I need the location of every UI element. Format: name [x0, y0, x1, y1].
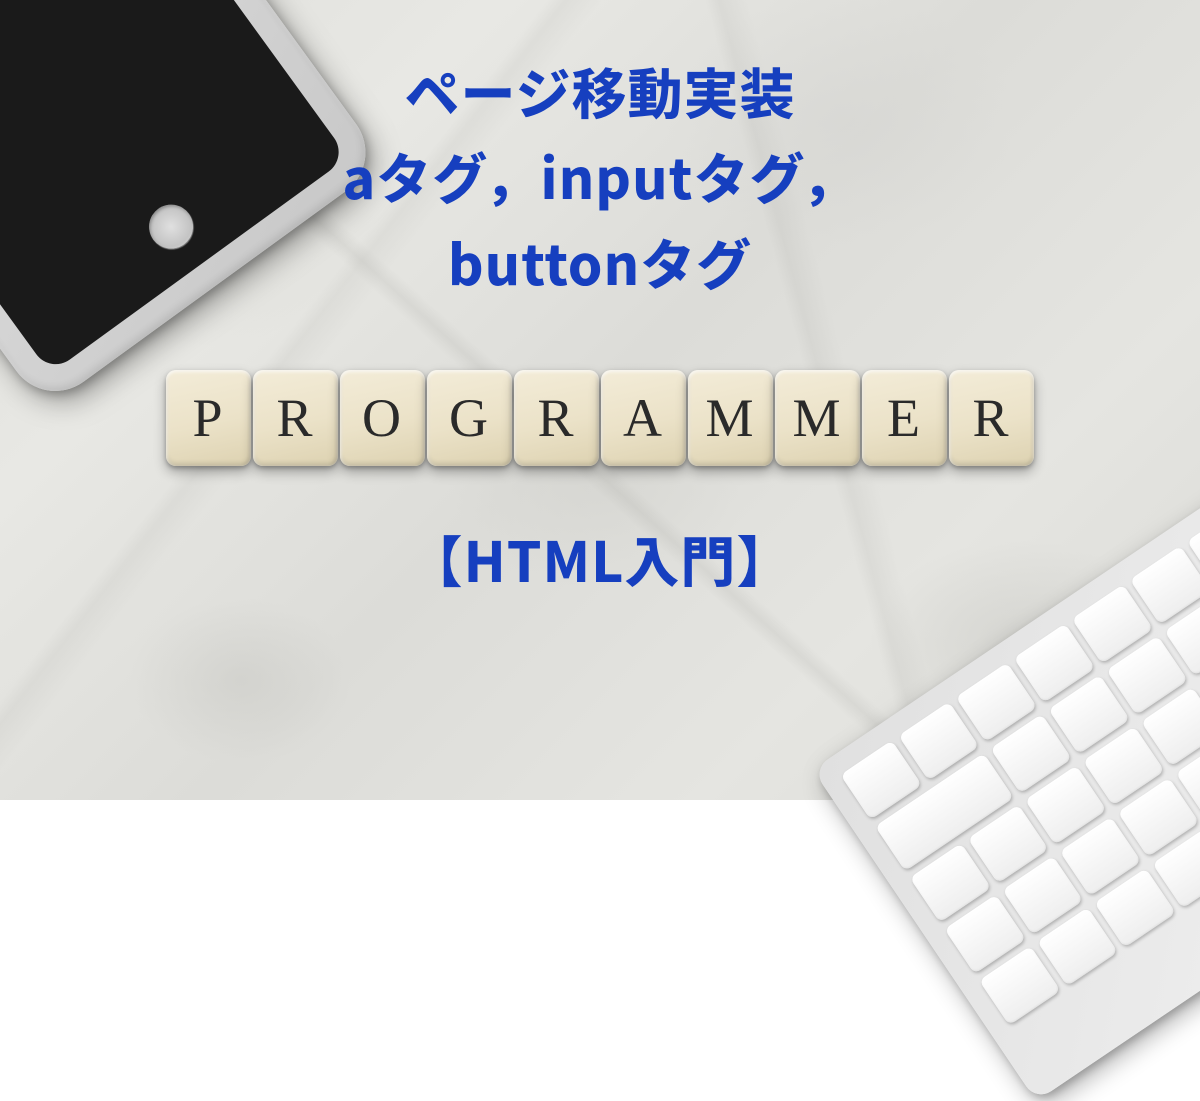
letter-tile: M — [688, 370, 773, 466]
scene-background: ページ移動実装 aタグ，inputタグ， buttonタグ P R O G R … — [0, 0, 1200, 800]
letter-tile: A — [601, 370, 686, 466]
subtitle-text: 【HTML入門】 — [0, 518, 1200, 598]
title-line-1: ページ移動実装 — [0, 48, 1200, 133]
letter-tiles-row: P R O G R A M M E R — [165, 370, 1035, 466]
letter-tile: M — [775, 370, 860, 466]
letter-tile: R — [949, 370, 1034, 466]
letter-tile: R — [514, 370, 599, 466]
letter-tile: E — [862, 370, 947, 466]
letter-tile: P — [166, 370, 251, 466]
letter-tile: O — [340, 370, 425, 466]
letter-tile: G — [427, 370, 512, 466]
letter-tile: R — [253, 370, 338, 466]
title-line-2: aタグ，inputタグ， — [0, 133, 1200, 218]
title-line-3: buttonタグ — [0, 219, 1200, 304]
title-text: ページ移動実装 aタグ，inputタグ， buttonタグ — [0, 48, 1200, 304]
